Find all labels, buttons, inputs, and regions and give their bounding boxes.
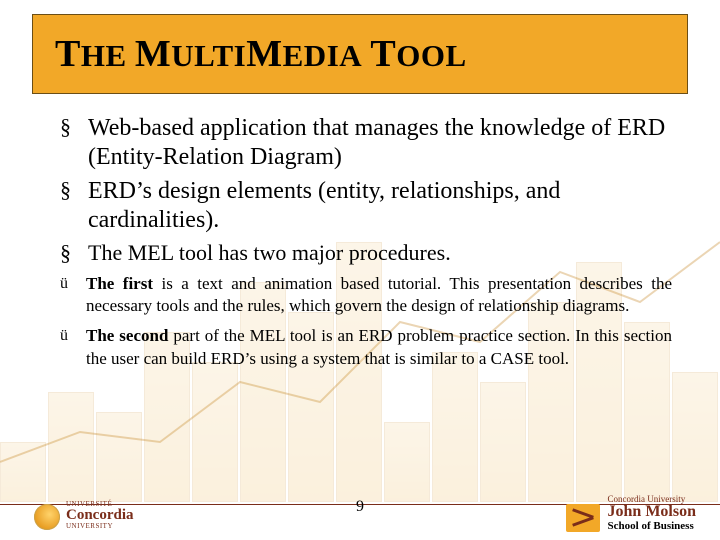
bullet-list-main: Web-based application that manages the k…	[60, 114, 672, 267]
jmsb-line3: School of Business	[608, 520, 696, 532]
list-item: The second part of the MEL tool is an ER…	[60, 325, 672, 370]
jmsb-mark-icon	[566, 504, 600, 532]
john-molson-logo: Concordia University John Molson School …	[566, 494, 696, 532]
list-item: The MEL tool has two major procedures.	[60, 239, 672, 267]
list-item: Web-based application that manages the k…	[60, 114, 672, 173]
jmsb-line2: John Molson	[608, 504, 696, 520]
sub-lead: The first	[86, 274, 153, 293]
jmsb-logo-text: Concordia University John Molson School …	[608, 494, 696, 532]
bullet-text: Web-based application that manages the k…	[88, 115, 665, 170]
logo-name: Concordia	[66, 508, 134, 523]
sub-rest: is a text and animation based tutorial. …	[86, 274, 672, 315]
page-number: 9	[356, 498, 364, 516]
list-item: The first is a text and animation based …	[60, 273, 672, 318]
footer: 9 UNIVERSITÉ Concordia UNIVERSITY Concor…	[0, 482, 720, 540]
concordia-logo: UNIVERSITÉ Concordia UNIVERSITY	[34, 501, 134, 530]
concordia-logo-text: UNIVERSITÉ Concordia UNIVERSITY	[66, 501, 134, 530]
title-band: THE MULTIMEDIA TOOL	[32, 14, 688, 94]
bullet-text: The MEL tool has two major procedures.	[88, 240, 451, 265]
logo-sub: UNIVERSITY	[66, 523, 134, 530]
sub-lead: The second	[86, 326, 168, 345]
sun-icon	[34, 504, 60, 530]
list-item: ERD’s design elements (entity, relations…	[60, 177, 672, 236]
content-area: Web-based application that manages the k…	[60, 114, 672, 378]
bullet-text: ERD’s design elements (entity, relations…	[88, 178, 560, 233]
slide-title: THE MULTIMEDIA TOOL	[55, 32, 467, 76]
slide: THE MULTIMEDIA TOOL Web-based applicatio…	[0, 0, 720, 540]
sub-rest: part of the MEL tool is an ERD problem p…	[86, 326, 672, 367]
bullet-list-sub: The first is a text and animation based …	[60, 273, 672, 371]
